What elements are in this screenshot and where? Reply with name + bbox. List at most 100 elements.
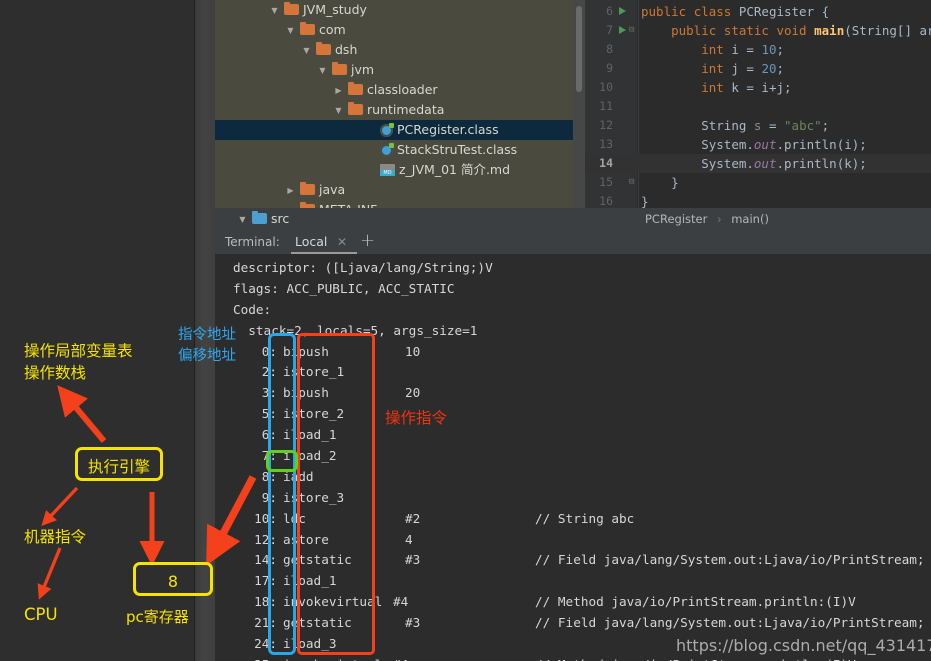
terminal-line: 21: getstatic #3 // Field java/lang/System.… <box>215 613 931 634</box>
terminal-line: 3: bipush 20 <box>215 383 931 404</box>
code-fold-icon[interactable]: ⊟ <box>629 21 634 40</box>
bytecode-operand: 20 <box>405 385 421 401</box>
folder-icon <box>316 42 331 55</box>
line-number: 13 <box>599 137 613 151</box>
tree-row-stackstrutest-class[interactable]: StackStruTest.class <box>215 140 573 160</box>
editor-line[interactable]: 6 public class PCRegister { <box>585 2 931 21</box>
bytecode-opcode: istore_2 <box>283 406 345 422</box>
code-fold-icon[interactable]: ⊟ <box>629 173 634 192</box>
terminal-line: 18: invokevirtual #4 // Method java/io/Prin… <box>215 592 931 613</box>
project-tree-panel[interactable]: ▼ JVM_study ▼ com ▼ dsh ▼ jvm ▶ classloader ▼ runti… <box>215 0 573 208</box>
tree-row-meta-inf[interactable]: ▶META-INF <box>215 200 573 208</box>
chevron-down-icon[interactable]: ▼ <box>333 101 344 121</box>
bytecode-opcode: getstatic <box>283 615 352 631</box>
chevron-down-icon[interactable]: ▼ <box>317 61 328 81</box>
bytecode-address: 8: <box>261 468 277 484</box>
editor-line[interactable]: 9 int j = 20; <box>585 59 931 78</box>
breadcrumb-method[interactable]: main() <box>731 212 769 226</box>
markdown-file-icon <box>380 164 395 176</box>
bytecode-operand: 10 <box>405 343 421 359</box>
editor-line-text: public static void main(String[] args <box>671 23 931 38</box>
chevron-right-icon[interactable]: ▶ <box>285 201 296 209</box>
line-number: 6 <box>606 4 613 18</box>
chevron-down-icon[interactable]: ▼ <box>301 41 312 61</box>
tree-row-pcregister-class[interactable]: PCRegister.class <box>215 120 573 140</box>
terminal-text: flags: ACC_PUBLIC, ACC_STATIC <box>233 280 455 296</box>
editor-line[interactable]: 15 ⊟ } <box>585 173 931 192</box>
tree-row-java[interactable]: ▶ java <box>215 180 573 200</box>
bytecode-opcode: iload_1 <box>283 427 337 443</box>
editor-line[interactable]: 11 <box>585 97 931 116</box>
terminal-line: descriptor: ([Ljava/lang/String;)V <box>215 258 931 279</box>
chevron-right-icon[interactable]: ▶ <box>285 181 296 201</box>
editor-line[interactable]: 8 int i = 10; <box>585 40 931 59</box>
project-tree-scrollbar[interactable] <box>573 0 585 208</box>
tree-row-classloader[interactable]: ▶ classloader <box>215 80 573 100</box>
terminal-line: 17: iload_1 <box>215 571 931 592</box>
editor-line-text: System.out.println(k); <box>701 156 867 171</box>
bytecode-address: 6: <box>261 427 277 443</box>
annotation-pc-register-value-box: 8 <box>133 562 213 596</box>
close-icon[interactable]: ✕ <box>337 230 347 254</box>
terminal-line: 5: istore_2 <box>215 404 931 425</box>
terminal-output[interactable]: descriptor: ([Ljava/lang/String;)V flags:… <box>215 254 931 661</box>
tree-row-com[interactable]: ▼ com <box>215 20 573 40</box>
folder-icon <box>348 102 363 115</box>
chevron-down-icon[interactable]: ▼ <box>269 1 280 21</box>
tree-row-src[interactable]: ▼ src <box>215 208 585 230</box>
bytecode-opcode: istore_3 <box>283 489 345 505</box>
code-editor[interactable]: 6 public class PCRegister {7 ⊟ public stat… <box>585 0 931 208</box>
bytecode-address: 2: <box>261 364 277 380</box>
tree-row-z-jvm-01-md[interactable]: z_JVM_01 简介.md <box>215 160 573 180</box>
tree-row-runtimedata[interactable]: ▼ runtimedata <box>215 100 573 120</box>
terminal-line: 25: invokevirtual #4 // Method java/io/Prin… <box>215 655 931 661</box>
editor-line[interactable]: 14 System.out.println(k); <box>585 154 931 173</box>
line-number: 14 <box>599 156 613 170</box>
terminal-line: Code: <box>215 300 931 321</box>
tree-row-jvm[interactable]: ▼ jvm <box>215 60 573 80</box>
project-tree-row-src[interactable]: ▼ src <box>215 208 585 230</box>
bytecode-address: 10: <box>254 510 277 526</box>
editor-breadcrumb[interactable]: PCRegister › main() <box>585 208 931 230</box>
tree-row-label: StackStruTest.class <box>397 142 518 157</box>
editor-line[interactable]: 16} <box>585 192 931 208</box>
chevron-down-icon[interactable]: ▼ <box>285 21 296 41</box>
breadcrumb-separator-icon: › <box>716 212 722 226</box>
editor-line-text: System.out.println(i); <box>701 137 867 152</box>
java-class-icon <box>380 123 394 137</box>
terminal-line: 9: istore_3 <box>215 488 931 509</box>
terminal-line: 14: getstatic #3 // Field java/lang/System.… <box>215 550 931 571</box>
bytecode-address: 0: <box>261 343 277 359</box>
annotation-pc-register-label: pc寄存器 <box>126 608 189 626</box>
bytecode-comment: // Field java/lang/System.out:Ljava/io/P… <box>535 552 925 568</box>
chevron-down-icon[interactable]: ▼ <box>237 209 248 231</box>
tree-row-dsh[interactable]: ▼ dsh <box>215 40 573 60</box>
chevron-right-icon[interactable]: ▶ <box>333 81 344 101</box>
tree-row-jvm-study[interactable]: ▼ JVM_study <box>215 0 573 20</box>
terminal-tab-local[interactable]: Local <box>295 230 327 254</box>
terminal-text: Code: <box>233 301 272 317</box>
editor-line[interactable]: 13 System.out.println(i); <box>585 135 931 154</box>
folder-icon <box>300 182 315 195</box>
tree-row-label: com <box>319 22 346 37</box>
run-gutter-icon[interactable] <box>619 26 626 34</box>
bytecode-opcode: astore <box>283 531 329 547</box>
folder-icon <box>284 2 299 15</box>
bytecode-address: 5: <box>261 406 277 422</box>
editor-line[interactable]: 12 String s = "abc"; <box>585 116 931 135</box>
tree-row-label: jvm <box>351 62 375 77</box>
plus-icon[interactable]: + <box>360 229 375 253</box>
bytecode-opcode: bipush <box>283 385 329 401</box>
run-gutter-icon[interactable] <box>619 7 626 15</box>
editor-line[interactable]: 10 int k = i+j; <box>585 78 931 97</box>
editor-line[interactable]: 7 ⊟ public static void main(String[] args <box>585 21 931 40</box>
bytecode-opcode: iload_3 <box>283 636 337 652</box>
terminal-line: 10: ldc #2 // String abc <box>215 509 931 530</box>
bytecode-opcode: istore_1 <box>283 364 345 380</box>
breadcrumb-class[interactable]: PCRegister <box>645 212 707 226</box>
terminal-label: Terminal: <box>225 235 280 249</box>
bytecode-comment: // String abc <box>535 510 635 526</box>
bytecode-operand: #3 <box>405 615 421 631</box>
project-tree-scrollbar-thumb[interactable] <box>576 6 582 92</box>
annotation-instruction-address: 指令地址 偏移地址 <box>178 327 236 364</box>
